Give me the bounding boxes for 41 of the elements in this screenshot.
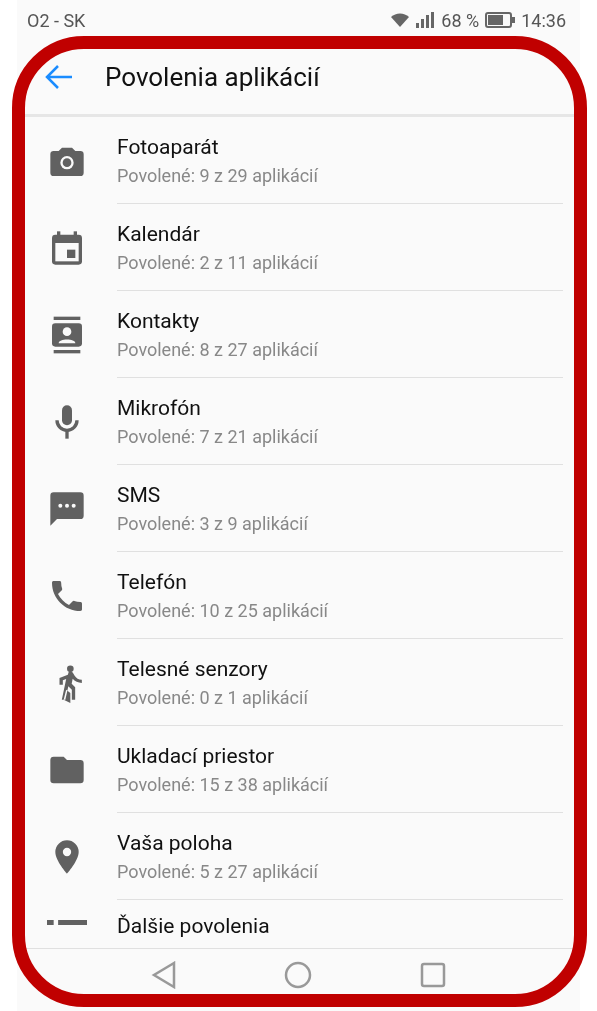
permission-summary: Povolené: 3 z 9 aplikácií: [117, 512, 309, 534]
permission-item[interactable]: Vaša poloha Povolené: 5 z 27 aplikácií: [17, 813, 580, 900]
permission-summary: Povolené: 10 z 25 aplikácií: [117, 599, 330, 621]
permission-item[interactable]: Ďalšie povolenia: [17, 900, 580, 938]
permission-item[interactable]: Ukladací priestor Povolené: 15 z 38 aplikácií: [17, 726, 580, 813]
signal-icon: [415, 12, 436, 28]
permission-item[interactable]: Kalendár Povolené: 2 z 11 aplikácií: [17, 204, 580, 291]
back-arrow-icon: [44, 64, 74, 90]
permission-name: Ukladací priestor: [117, 743, 276, 768]
permission-name: Telesné senzory: [117, 656, 269, 681]
permission-name: Mikrofón: [117, 395, 202, 420]
list-icon: [47, 920, 87, 925]
permission-item[interactable]: Telesné senzory Povolené: 0 z 1 aplikácií: [17, 639, 580, 726]
battery-percent: 68 %: [441, 9, 480, 31]
battery-icon: [485, 12, 516, 28]
clock-time: 14:36: [521, 9, 566, 31]
permission-name: Vaša poloha: [117, 830, 234, 855]
permission-name: SMS: [117, 482, 162, 507]
permission-summary: Povolené: 5 z 27 aplikácií: [117, 860, 319, 882]
permission-name: Ďalšie povolenia: [117, 914, 271, 938]
permission-summary: Povolené: 7 z 21 aplikácií: [117, 425, 319, 447]
permission-name: Kalendár: [117, 221, 201, 246]
home-icon[interactable]: [284, 961, 313, 989]
permission-item[interactable]: Fotoaparát Povolené: 9 z 29 aplikácií: [17, 117, 580, 204]
permission-summary: Povolené: 9 z 29 aplikácií: [117, 164, 319, 186]
permission-name: Kontakty: [117, 308, 201, 333]
permission-summary: Povolené: 8 z 27 aplikácií: [117, 338, 319, 360]
permission-item[interactable]: Kontakty Povolené: 8 z 27 aplikácií: [17, 291, 580, 378]
permission-name: Telefón: [117, 569, 188, 594]
back-icon[interactable]: [150, 961, 177, 989]
permission-summary: Povolené: 2 z 11 aplikácií: [117, 251, 319, 273]
permission-item[interactable]: Mikrofón Povolené: 7 z 21 aplikácií: [17, 378, 580, 465]
permission-item[interactable]: SMS Povolené: 3 z 9 aplikácií: [17, 465, 580, 552]
permission-item[interactable]: Telefón Povolené: 10 z 25 aplikácií: [17, 552, 580, 639]
screen-title: Povolenia aplikácií: [105, 62, 320, 92]
permission-summary: Povolené: 0 z 1 aplikácií: [117, 686, 309, 708]
recents-icon[interactable]: [420, 962, 447, 988]
carrier-name: O2 - SK: [27, 9, 86, 31]
permission-name: Fotoaparát: [117, 134, 220, 159]
permission-summary: Povolené: 15 z 38 aplikácií: [117, 773, 330, 795]
wifi-icon: [391, 13, 410, 27]
